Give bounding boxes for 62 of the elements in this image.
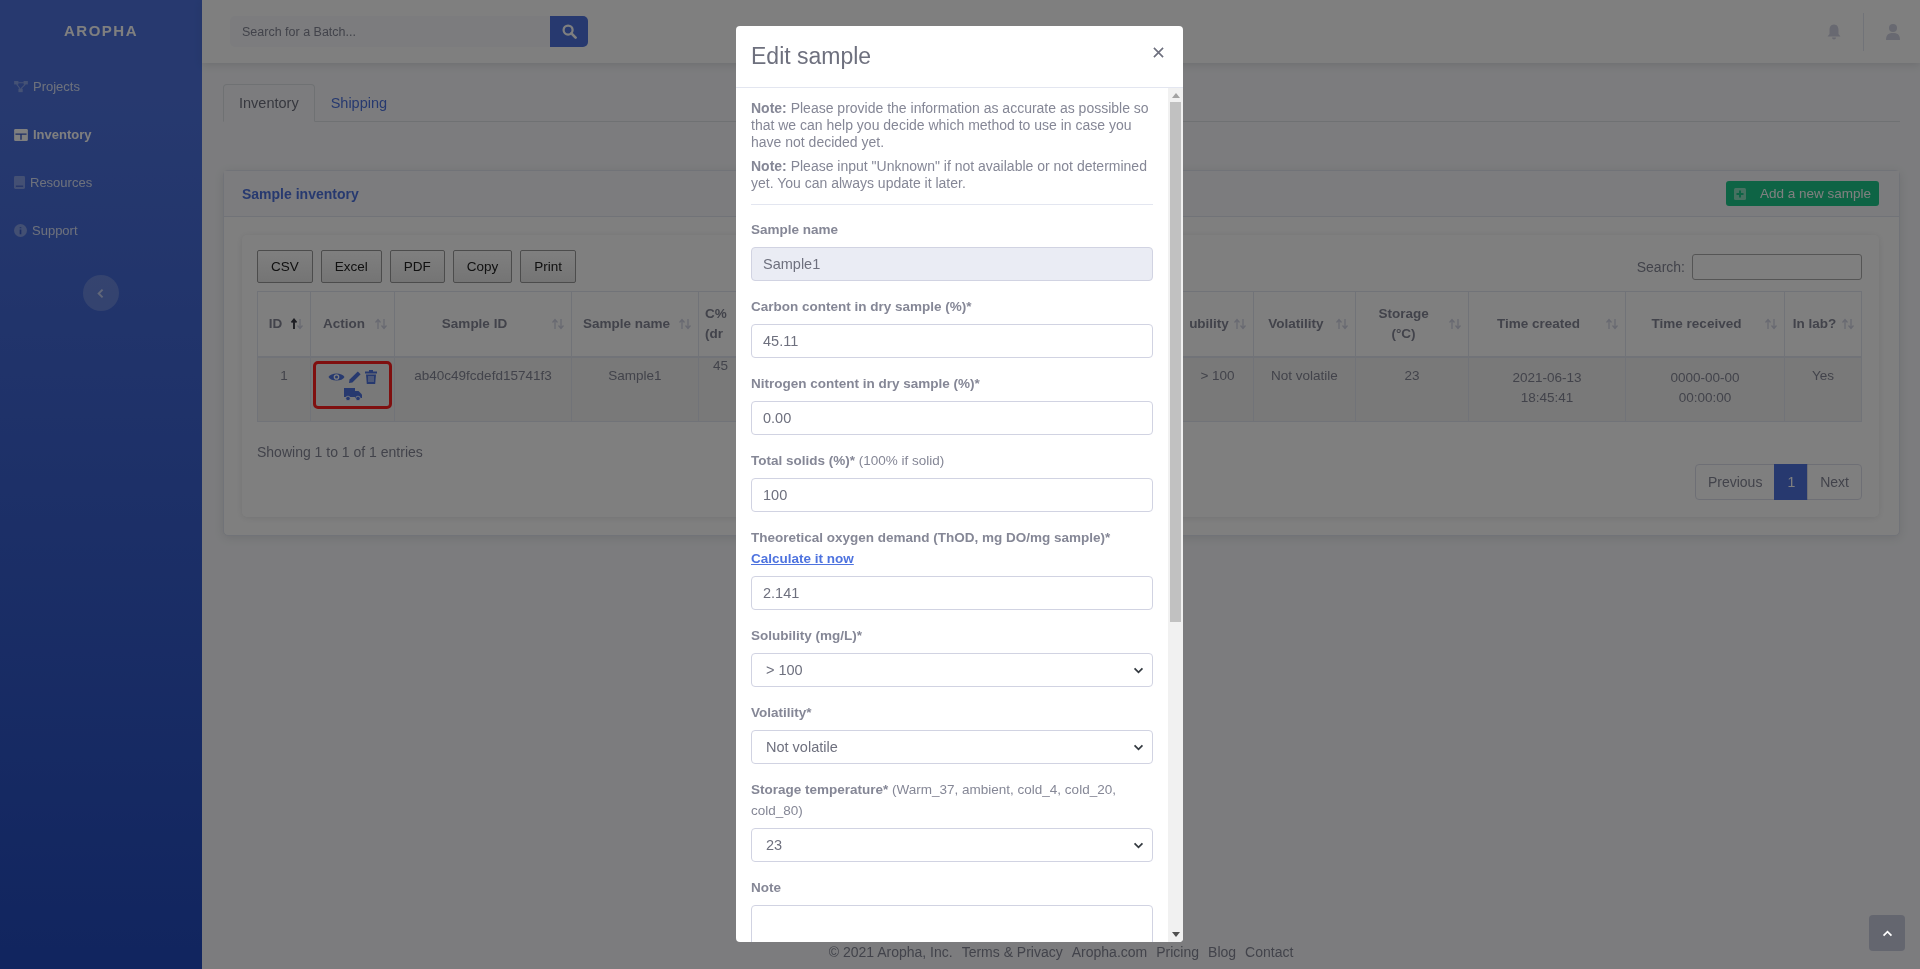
note-text: Note: Please provide the information as accurate as possible so that we can help you decide which method to use in case you have not decided yet. <box>751 100 1150 151</box>
search-label: Search: <box>1636 258 1685 275</box>
close-icon <box>1153 47 1164 58</box>
field-label: Nitrogen content in dry sample (%)* <box>751 375 981 393</box>
chevron-down-icon <box>1133 666 1144 674</box>
sidebar-item[interactable]: Inventory <box>0 113 202 156</box>
entries-info: Showing 1 to 1 of 1 entries <box>257 444 423 460</box>
export-button[interactable]: Copy <box>452 250 513 283</box>
dialog-title: Edit sample <box>751 43 872 70</box>
calculate-link[interactable]: Calculate it now <box>751 548 854 569</box>
page-link[interactable]: 1 <box>1774 464 1809 500</box>
footer-link[interactable]: Terms & Privacy <box>961 944 1063 960</box>
field-label: Storage temperature* (Warm_37, ambient, cold_4, cold_20, cold_80) <box>751 781 1117 820</box>
trash-icon[interactable] <box>365 369 377 384</box>
table-icon <box>14 128 28 141</box>
field-label: Solubility (mg/L)* <box>751 627 863 645</box>
note-text: Note: Please input "Unknown" if not available or not determined yet. You can always update it later. <box>751 158 1148 192</box>
page-link[interactable]: Next <box>1807 464 1862 500</box>
export-button[interactable]: Excel <box>320 250 382 283</box>
field-label: Theoretical oxygen demand (ThOD, mg DO/mg sample)* <box>751 529 1112 547</box>
eye-icon[interactable] <box>328 370 345 383</box>
scroll-top-button[interactable] <box>1869 915 1905 951</box>
card-title: Sample inventory <box>242 185 359 202</box>
tab[interactable]: Shipping <box>314 84 404 122</box>
scrollbar[interactable] <box>1168 88 1183 942</box>
chevron-up-icon <box>1881 929 1893 937</box>
copyright-text: © 2021 Aropha, Inc. <box>828 944 953 960</box>
search-icon <box>561 24 577 39</box>
dropdown[interactable]: Not volatile <box>751 730 1153 764</box>
plus-square-icon <box>1733 187 1746 200</box>
input-field[interactable]: 100 <box>751 478 1153 512</box>
sidebar-item[interactable]: Resources <box>0 161 202 204</box>
field-label: Volatility* <box>751 704 813 722</box>
dropdown[interactable]: 23 <box>751 828 1153 862</box>
truck-icon[interactable] <box>343 387 362 401</box>
sidebar-item[interactable]: Projects <box>0 65 202 108</box>
field-label: Note <box>751 879 782 897</box>
tab[interactable]: Inventory <box>223 84 315 122</box>
scroll-up-arrow-icon[interactable] <box>1171 93 1180 98</box>
footer-link[interactable]: Blog <box>1208 944 1237 960</box>
scroll-down-arrow-icon[interactable] <box>1171 932 1180 937</box>
sidebar-item[interactable]: Support <box>0 209 202 252</box>
search-button[interactable] <box>550 16 588 47</box>
chevron-down-icon <box>1133 743 1144 751</box>
field-label: Sample name <box>751 221 840 239</box>
field-label: Total solids (%)* (100% if solid) <box>751 452 946 470</box>
chevron-down-icon <box>1133 841 1144 849</box>
input-field[interactable]: 2.141 <box>751 576 1153 610</box>
footer-link[interactable]: Aropha.com <box>1071 944 1148 960</box>
footer-link[interactable]: Pricing <box>1156 944 1200 960</box>
table-search-field[interactable] <box>1692 253 1862 280</box>
export-button[interactable]: CSV <box>257 250 313 283</box>
input-field[interactable]: 45.11 <box>751 324 1153 358</box>
pencil-icon[interactable] <box>348 369 362 384</box>
export-button[interactable]: Print <box>520 250 577 283</box>
dropdown[interactable]: > 100 <box>751 653 1153 687</box>
brand-logo[interactable]: AROPHA <box>0 0 202 65</box>
footer-link[interactable]: Contact <box>1245 944 1294 960</box>
input-field[interactable]: 0.00 <box>751 401 1153 435</box>
add-sample-button[interactable]: Add a new sample <box>1725 181 1879 206</box>
field-label: Carbon content in dry sample (%)* <box>751 298 973 316</box>
export-button[interactable]: PDF <box>389 250 445 283</box>
